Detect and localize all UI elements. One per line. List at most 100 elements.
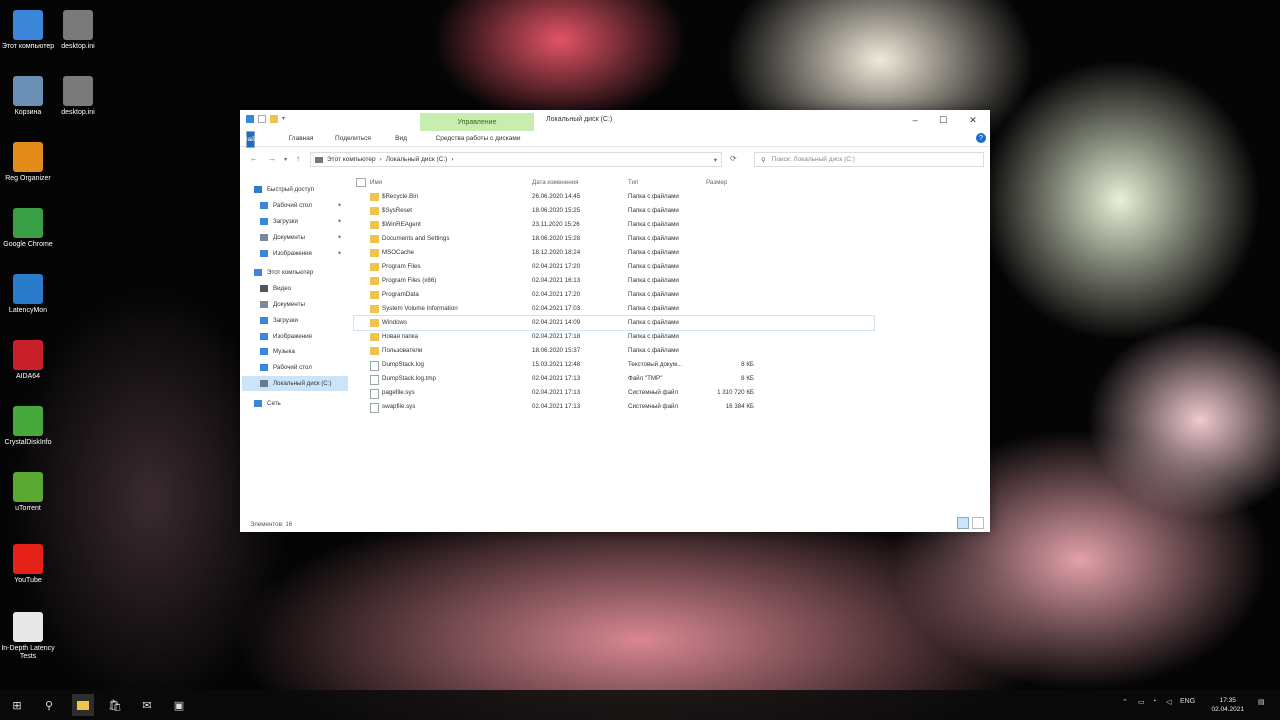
cell-type: Папка с файлами	[628, 221, 679, 228]
column-name[interactable]: Имя	[370, 179, 382, 186]
table-row[interactable]: Пользователи 18.06.2020 15:37 Папка с файл…	[354, 344, 874, 358]
address-field[interactable]: Этот компьютер › Локальный диск (C:) › ▾	[310, 152, 722, 167]
column-type[interactable]: Тип	[628, 179, 638, 186]
desktop-icon-youtube[interactable]: YouTube	[0, 544, 56, 585]
table-row[interactable]: Program Files 02.04.2021 17:20 Папка с фай…	[354, 260, 874, 274]
tab-share[interactable]: Поделиться	[328, 131, 378, 146]
clock[interactable]: 17:35 02.04.2021	[1211, 696, 1244, 714]
close-button[interactable]: ✕	[960, 112, 986, 128]
nav-item-documents[interactable]: Документы ✦	[242, 229, 348, 245]
table-row[interactable]: $WinREAgent 23.11.2020 15:26 Папка с файла…	[354, 218, 874, 232]
nav-item-drive[interactable]: Локальный диск (C:)	[242, 375, 348, 392]
search-input[interactable]: ⚲ Поиск: Локальный диск (C:)	[754, 152, 984, 167]
address-separator[interactable]: ›	[380, 156, 382, 163]
table-row[interactable]: Program Files (x86) 02.04.2021 16:13 Папка…	[354, 274, 874, 288]
details-view-icon[interactable]	[957, 517, 969, 529]
language-indicator[interactable]: ENG	[1180, 698, 1195, 705]
nav-item-downloads[interactable]: Загрузки	[242, 312, 348, 328]
desktop-icon-latencymon[interactable]: LatencyMon	[0, 274, 56, 315]
desktop-icon-document[interactable]: In-Depth Latency Tests	[0, 612, 56, 661]
ini-file-icon	[63, 76, 93, 106]
qa-dropdown-icon[interactable]: ▾	[282, 115, 288, 123]
forward-arrow-icon[interactable]: →	[268, 154, 276, 163]
nav-item-desktop[interactable]: Рабочий стол	[242, 360, 348, 376]
table-row[interactable]: DumpStack.log 15.03.2021 12:48 Текстовый д…	[354, 358, 874, 372]
taskbar-store-icon[interactable]: 🛍	[104, 694, 126, 716]
cell-type: Папка с файлами	[628, 319, 679, 326]
column-headers: Имя Дата изменения Тип Размер	[354, 174, 874, 190]
table-row[interactable]: System Volume Information 02.04.2021 17:0…	[354, 302, 874, 316]
properties-icon[interactable]	[258, 115, 266, 123]
manage-tab[interactable]: Управление	[420, 113, 534, 131]
notifications-icon[interactable]: ▤	[1258, 698, 1265, 706]
column-size[interactable]: Размер	[706, 179, 727, 186]
new-folder-icon[interactable]	[270, 115, 278, 123]
nav-item-downloads[interactable]: Загрузки ✦	[242, 214, 348, 230]
desktop-icon-crystaldiskinfo[interactable]: CrystalDiskInfo	[0, 406, 56, 447]
nav-item-desktop[interactable]: Рабочий стол ✦	[242, 198, 348, 214]
nav-item-pictures[interactable]: Изображения ✦	[242, 245, 348, 261]
nav-item-computer[interactable]: Этот компьютер	[242, 265, 348, 281]
desktop-icon-chrome[interactable]: Google Chrome	[0, 208, 56, 249]
taskbar-app-icon[interactable]: ▣	[168, 694, 190, 716]
tab-file[interactable]: Файл	[243, 131, 259, 148]
start-button[interactable]: ⊞	[6, 694, 28, 716]
nav-item-network[interactable]: Сеть	[242, 395, 348, 411]
table-row[interactable]: Windows 02.04.2021 14:09 Папка с файлами	[353, 315, 875, 331]
help-icon[interactable]: ?	[976, 133, 986, 143]
nav-item-documents[interactable]: Документы	[242, 297, 348, 313]
desktop-icon-ini-file[interactable]: desktop.ini	[50, 76, 106, 117]
tab-view[interactable]: Вид	[390, 131, 412, 146]
refresh-icon[interactable]: ⟳	[730, 154, 737, 163]
desktop-icon-reg-organizer[interactable]: Reg Organizer	[0, 142, 56, 183]
address-dropdown-icon[interactable]: ▾	[714, 156, 717, 164]
address-part[interactable]: Локальный диск (C:)	[386, 156, 448, 163]
nav-item-pictures[interactable]: Изображения	[242, 328, 348, 344]
downloads-icon	[260, 217, 268, 225]
nav-item-label: Изображения	[273, 249, 312, 257]
table-row[interactable]: Новая папка 02.04.2021 17:18 Папка с файла…	[354, 330, 874, 344]
document-icon	[13, 612, 43, 642]
nav-item-music[interactable]: Музыка	[242, 344, 348, 360]
table-row[interactable]: DumpStack.log.tmp 02.04.2021 17:13 Файл "T…	[354, 372, 874, 386]
ribbon-tabs: Файл Главная Поделиться Вид Средства раб…	[240, 131, 990, 148]
taskbar-explorer-icon[interactable]	[72, 694, 94, 716]
table-row[interactable]: Documents and Settings 18.06.2020 15:28 Па…	[354, 232, 874, 246]
desktop-icon-aida64[interactable]: AIDA64	[0, 340, 56, 381]
desktop-icon-recycle-bin[interactable]: Корзина	[0, 76, 56, 117]
nav-item-star[interactable]: Быстрый доступ	[242, 182, 348, 198]
nav-item-video[interactable]: Видео	[242, 281, 348, 297]
desktop-icon-computer[interactable]: Этот компьютер	[0, 10, 56, 51]
table-row[interactable]: $Recycle.Bin 26.06.2020 14:45 Папка с файл…	[354, 190, 874, 204]
up-arrow-icon[interactable]: ↑	[296, 154, 300, 163]
tray-network-icon[interactable]: ▭	[1138, 698, 1145, 706]
tray-overflow-icon[interactable]: ⌃	[1122, 698, 1128, 706]
tab-drive-tools[interactable]: Средства работы с дисками	[422, 131, 534, 146]
address-separator[interactable]: ›	[451, 156, 453, 163]
desktop-icon-utorrent[interactable]: uTorrent	[0, 472, 56, 513]
table-row[interactable]: ProgramData 02.04.2021 17:20 Папка с файла…	[354, 288, 874, 302]
table-row[interactable]: swapfile.sys 02.04.2021 17:13 Системный фа…	[354, 400, 874, 414]
taskbar-mail-icon[interactable]: ✉	[136, 694, 158, 716]
cell-type: Папка с файлами	[628, 249, 679, 256]
address-part[interactable]: Этот компьютер	[327, 156, 376, 163]
status-bar-count: Элементов: 16	[250, 521, 293, 528]
table-row[interactable]: MSOCache 18.12.2020 18:24 Папка с файлами	[354, 246, 874, 260]
back-arrow-icon[interactable]: ←	[250, 154, 258, 163]
maximize-button[interactable]: ☐	[930, 112, 956, 128]
recent-dropdown-icon[interactable]: ▾	[284, 156, 287, 163]
pictures-icon	[260, 249, 268, 257]
tray-wifi-icon[interactable]: ◔	[1152, 698, 1156, 705]
table-row[interactable]: pagefile.sys 02.04.2021 17:13 Системный фа…	[354, 386, 874, 400]
desktop-icon-ini-file[interactable]: desktop.ini	[50, 10, 106, 51]
select-all-checkbox[interactable]	[356, 178, 366, 187]
column-date[interactable]: Дата изменения	[532, 179, 579, 186]
search-icon[interactable]: ⚲	[38, 694, 60, 716]
large-icons-view-icon[interactable]	[972, 517, 984, 529]
tab-home[interactable]: Главная	[284, 131, 318, 146]
tray-volume-icon[interactable]: ◁	[1166, 698, 1171, 706]
cell-size: 8 КБ	[741, 375, 754, 382]
explorer-icon[interactable]	[246, 115, 254, 123]
minimize-button[interactable]: –	[902, 112, 928, 128]
table-row[interactable]: $SysReset 18.06.2020 15:25 Папка с файлами	[354, 204, 874, 218]
